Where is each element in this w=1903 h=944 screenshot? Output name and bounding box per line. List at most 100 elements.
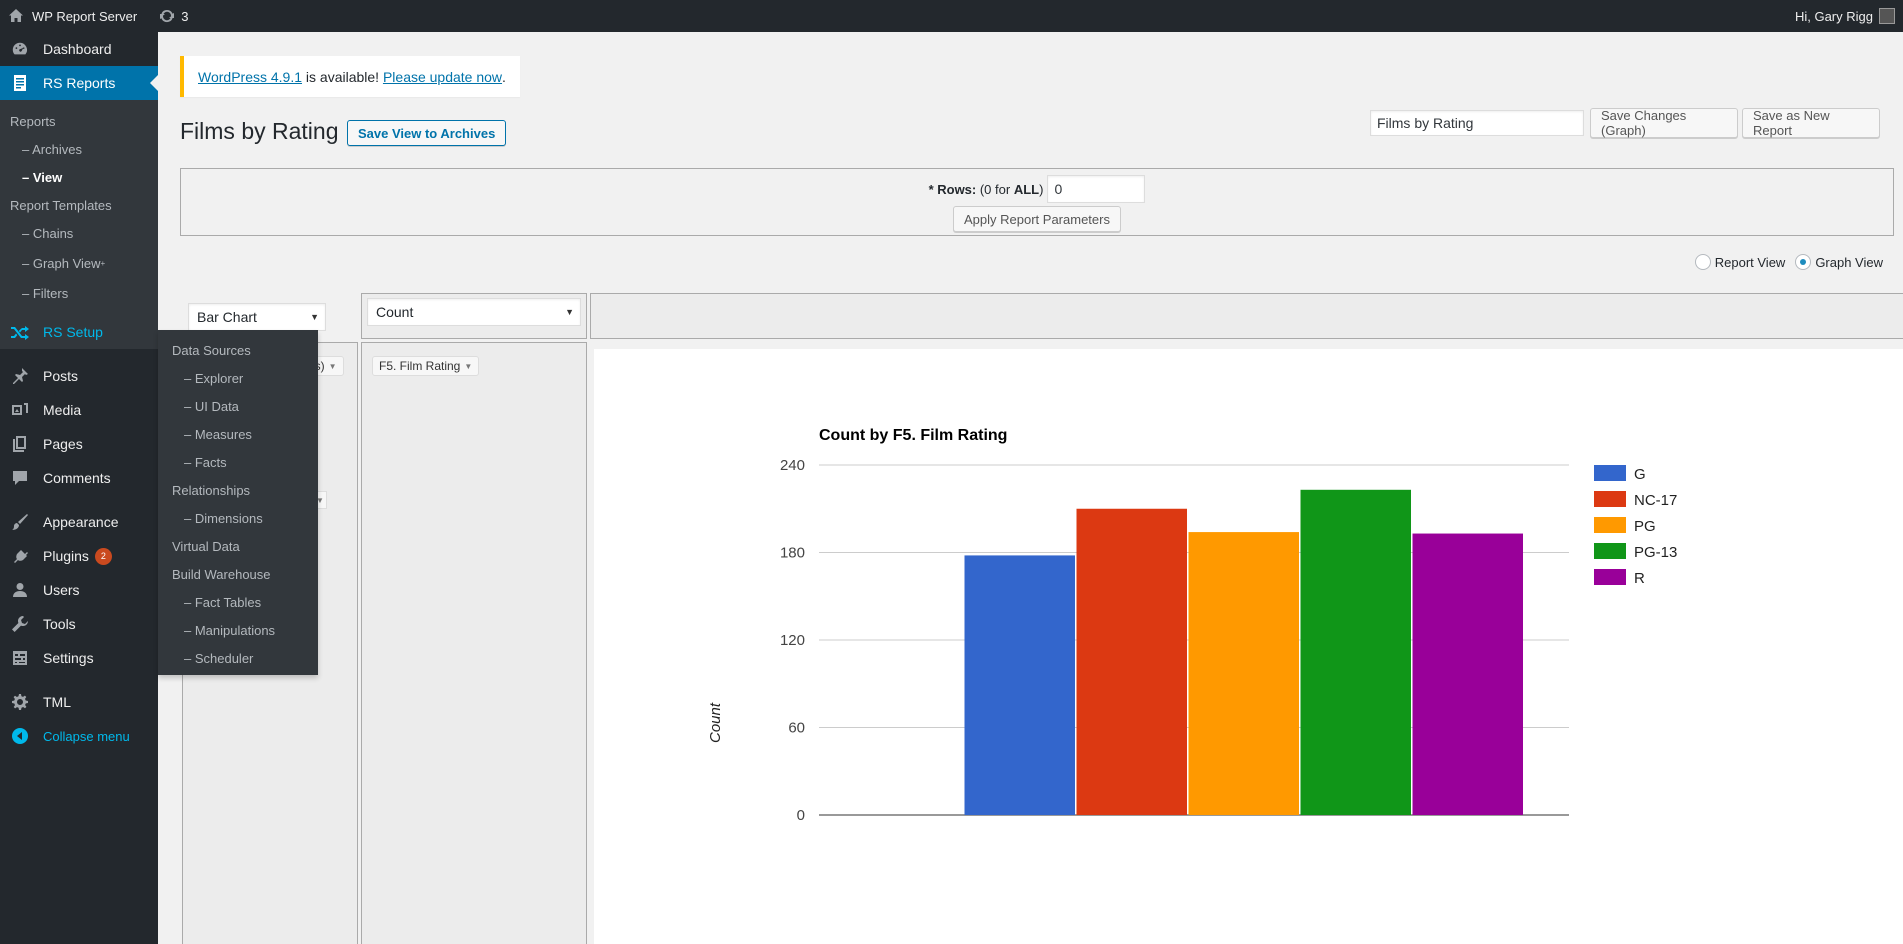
menu-rs-reports[interactable]: RS Reports <box>0 66 158 100</box>
flyout-facts[interactable]: – Facts <box>158 448 318 476</box>
gear-icon <box>10 692 30 712</box>
updates-count: 3 <box>181 8 189 24</box>
site-home-link[interactable]: WP Report Server <box>0 0 145 32</box>
legend-label[interactable]: NC-17 <box>1634 492 1677 509</box>
submenu-reports[interactable]: Reports <box>0 107 158 135</box>
menu-plugins[interactable]: Plugins 2 <box>0 539 158 573</box>
menu-tml[interactable]: TML <box>0 685 158 719</box>
rs-setup-flyout-menu: Data Sources – Explorer – UI Data – Meas… <box>158 330 318 675</box>
menu-users-label: Users <box>43 582 80 598</box>
legend-swatch[interactable] <box>1594 517 1626 533</box>
menu-media[interactable]: Media <box>0 393 158 427</box>
legend-swatch[interactable] <box>1594 465 1626 481</box>
rs-reports-submenu: Reports – Archives – View Report Templat… <box>0 100 158 315</box>
bar-pg-13[interactable] <box>1300 489 1412 815</box>
rows-param-row: * Rows: (0 for ALL) 0 <box>181 175 1893 203</box>
page-title-text: Films by Rating <box>180 118 339 144</box>
submenu-archives[interactable]: – Archives <box>0 135 158 163</box>
film-rating-pill[interactable]: F5. Film Rating ▼ <box>372 356 480 376</box>
plug-icon <box>10 546 30 566</box>
admin-menu: Dashboard RS Reports Reports – Archives … <box>0 32 158 944</box>
save-view-to-archives-button[interactable]: Save View to Archives <box>347 120 507 146</box>
menu-dashboard[interactable]: Dashboard <box>0 32 158 66</box>
menu-settings[interactable]: Settings <box>0 641 158 675</box>
report-parameters-panel: * Rows: (0 for ALL) 0 Apply Report Param… <box>180 168 1894 236</box>
updates-link[interactable]: 3 <box>151 0 196 32</box>
graph-header-panel <box>590 293 1903 339</box>
bar-pg[interactable] <box>1188 532 1300 815</box>
apply-report-parameters-button[interactable]: Apply Report Parameters <box>953 206 1121 232</box>
chevron-down-icon: ▼ <box>565 307 574 317</box>
legend-label[interactable]: PG <box>1634 518 1656 535</box>
flyout-virtual-data[interactable]: Virtual Data <box>158 532 318 560</box>
legend-swatch[interactable] <box>1594 491 1626 507</box>
save-as-new-report-button[interactable]: Save as New Report <box>1742 108 1880 138</box>
legend-label[interactable]: G <box>1634 466 1646 483</box>
submenu-filters[interactable]: – Filters <box>0 279 158 307</box>
menu-rs-reports-label: RS Reports <box>43 75 116 91</box>
report-view-option[interactable]: Report View <box>1694 254 1785 270</box>
rows-label-strong: * Rows: <box>928 181 977 197</box>
flyout-explorer[interactable]: – Explorer <box>158 364 318 392</box>
menu-posts-label: Posts <box>43 368 79 384</box>
flyout-ui-data[interactable]: – UI Data <box>158 392 318 420</box>
menu-pages[interactable]: Pages <box>0 427 158 461</box>
menu-rs-setup[interactable]: RS Setup <box>0 315 158 349</box>
flyout-data-sources[interactable]: Data Sources <box>158 336 318 364</box>
menu-tools[interactable]: Tools <box>0 607 158 641</box>
shuffle-icon <box>10 322 30 342</box>
flyout-measures[interactable]: – Measures <box>158 420 318 448</box>
rows-input[interactable]: 0 <box>1047 175 1146 203</box>
legend-swatch[interactable] <box>1594 543 1626 559</box>
flyout-scheduler[interactable]: – Scheduler <box>158 644 318 672</box>
report-view-radio[interactable] <box>1694 254 1711 270</box>
legend-label[interactable]: PG-13 <box>1634 544 1677 561</box>
save-changes-graph-button[interactable]: Save Changes (Graph) <box>1590 108 1738 138</box>
flyout-manipulations[interactable]: – Manipulations <box>158 616 318 644</box>
x-dimension-panel: F5. Film Rating ▼ <box>361 342 587 944</box>
view-toggle: Report View Graph View <box>1694 254 1883 270</box>
graph-view-label: – Graph View <box>22 255 101 271</box>
report-name-input[interactable]: Films by Rating <box>1370 110 1584 136</box>
y-tick-label: 240 <box>780 457 805 474</box>
rows-hint-post: ) <box>1039 181 1044 197</box>
graph-view-option[interactable]: Graph View <box>1795 254 1883 270</box>
bar-nc-17[interactable] <box>1076 508 1188 815</box>
submenu-report-templates[interactable]: Report Templates <box>0 191 158 219</box>
apply-row: Apply Report Parameters <box>181 206 1893 232</box>
home-icon <box>8 8 24 24</box>
collapse-menu-button[interactable]: Collapse menu <box>0 719 158 753</box>
menu-users[interactable]: Users <box>0 573 158 607</box>
graph-view-radio-label: Graph View <box>1815 254 1883 270</box>
measure-select[interactable]: Count ▼ <box>367 298 581 326</box>
flyout-dimensions[interactable]: – Dimensions <box>158 504 318 532</box>
menu-comments[interactable]: Comments <box>0 461 158 495</box>
flyout-build-warehouse[interactable]: Build Warehouse <box>158 560 318 588</box>
wordpress-version-link[interactable]: WordPress 4.9.1 <box>198 69 302 85</box>
legend-label[interactable]: R <box>1634 570 1645 587</box>
bar-r[interactable] <box>1412 533 1524 815</box>
chart-type-select[interactable]: Bar Chart ▼ <box>188 303 326 331</box>
bar-g[interactable] <box>964 555 1076 815</box>
submenu-chains[interactable]: – Chains <box>0 219 158 247</box>
rows-hint-pre: (0 for <box>976 181 1014 197</box>
bar-chart: 0 60 120 180 240 G NC-17 PG PG-13 R Count by F5.… <box>707 427 1677 824</box>
menu-posts[interactable]: Posts <box>0 359 158 393</box>
main-content: WordPress 4.9.1 is available! Please upd… <box>158 32 1903 944</box>
flyout-fact-tables[interactable]: – Fact Tables <box>158 588 318 616</box>
chart-canvas: 0 60 120 180 240 G NC-17 PG PG-13 R Count by F5.… <box>594 349 1903 944</box>
graph-view-sup: + <box>100 258 106 268</box>
legend-swatch[interactable] <box>1594 569 1626 585</box>
menu-plugins-label: Plugins <box>43 548 89 564</box>
y-tick-label: 120 <box>780 632 805 649</box>
graph-view-radio[interactable] <box>1795 254 1812 270</box>
pages-icon <box>10 434 30 454</box>
flyout-relationships[interactable]: Relationships <box>158 476 318 504</box>
update-now-link[interactable]: Please update now <box>383 69 502 85</box>
menu-tml-label: TML <box>43 694 71 710</box>
my-account[interactable]: Hi, Gary Rigg <box>1787 0 1903 32</box>
menu-appearance[interactable]: Appearance <box>0 505 158 539</box>
submenu-graph-view[interactable]: – Graph View + <box>0 247 158 279</box>
submenu-view[interactable]: – View <box>0 163 158 191</box>
reports-icon <box>10 73 30 93</box>
